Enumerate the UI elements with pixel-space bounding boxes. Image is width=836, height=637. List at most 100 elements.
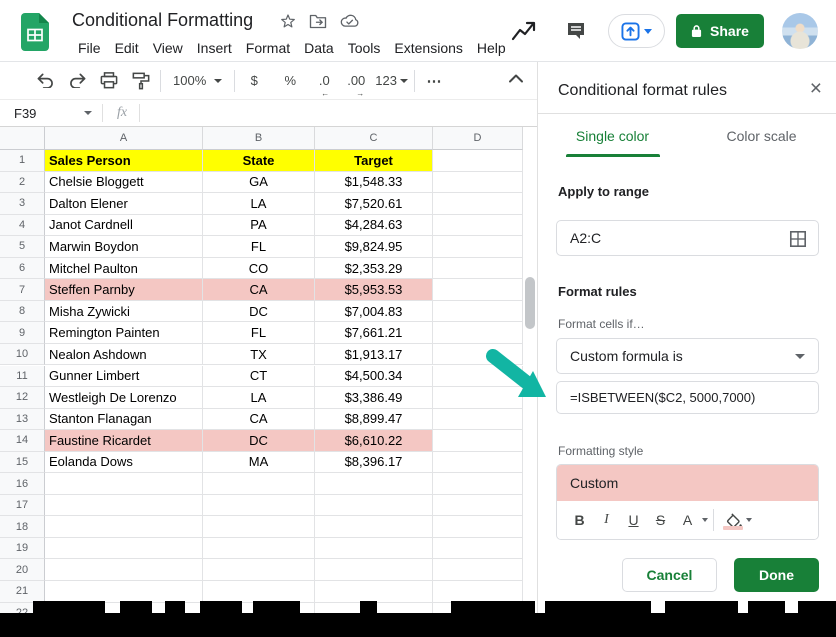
star-icon[interactable] xyxy=(280,13,296,34)
more-formats-button[interactable]: 123 xyxy=(375,68,408,94)
underline-button[interactable]: U xyxy=(620,507,647,533)
cell-C6[interactable]: $2,353.29 xyxy=(315,258,433,280)
tab-color-scale[interactable]: Color scale xyxy=(687,128,836,144)
cell-C2[interactable]: $1,548.33 xyxy=(315,172,433,194)
move-folder-icon[interactable] xyxy=(309,14,327,34)
menu-item-data[interactable]: Data xyxy=(297,38,341,58)
cell-B7[interactable]: CA xyxy=(203,279,315,301)
cell-D7[interactable] xyxy=(433,279,523,301)
row-header-12[interactable]: 12 xyxy=(0,387,45,409)
cell-B1[interactable]: State xyxy=(203,150,315,172)
cell-D6[interactable] xyxy=(433,258,523,280)
tab-single-color[interactable]: Single color xyxy=(538,128,687,144)
cell-A3[interactable]: Dalton Elener xyxy=(45,193,203,215)
cell-B6[interactable]: CO xyxy=(203,258,315,280)
menu-item-file[interactable]: File xyxy=(71,38,108,58)
cell-B18[interactable] xyxy=(203,516,315,538)
cell-C11[interactable]: $4,500.34 xyxy=(315,366,433,388)
cell-A17[interactable] xyxy=(45,495,203,517)
cell-C18[interactable] xyxy=(315,516,433,538)
avatar[interactable] xyxy=(782,13,818,49)
column-header-D[interactable]: D xyxy=(433,127,523,150)
condition-dropdown[interactable]: Custom formula is xyxy=(556,338,819,374)
cell-C14[interactable]: $6,610.22 xyxy=(315,430,433,452)
cell-D1[interactable] xyxy=(433,150,523,172)
row-header-9[interactable]: 9 xyxy=(0,322,45,344)
cell-D19[interactable] xyxy=(433,538,523,560)
row-header-11[interactable]: 11 xyxy=(0,366,45,388)
cell-D16[interactable] xyxy=(433,473,523,495)
row-header-4[interactable]: 4 xyxy=(0,215,45,237)
menu-item-tools[interactable]: Tools xyxy=(341,38,388,58)
cell-B10[interactable]: TX xyxy=(203,344,315,366)
cell-D11[interactable] xyxy=(433,366,523,388)
menu-item-extensions[interactable]: Extensions xyxy=(387,38,469,58)
format-currency-button[interactable]: $ xyxy=(241,68,267,94)
share-button[interactable]: Share xyxy=(676,14,764,48)
present-dropdown-caret-icon[interactable] xyxy=(644,29,652,34)
cell-C12[interactable]: $3,386.49 xyxy=(315,387,433,409)
cell-D20[interactable] xyxy=(433,559,523,581)
cell-A16[interactable] xyxy=(45,473,203,495)
row-header-17[interactable]: 17 xyxy=(0,495,45,517)
cell-D21[interactable] xyxy=(433,581,523,603)
cell-D5[interactable] xyxy=(433,236,523,258)
vertical-scrollbar-thumb[interactable] xyxy=(525,277,535,329)
done-button[interactable]: Done xyxy=(734,558,819,592)
cell-B15[interactable]: MA xyxy=(203,452,315,474)
row-header-15[interactable]: 15 xyxy=(0,452,45,474)
column-header-C[interactable]: C xyxy=(315,127,433,150)
cell-B20[interactable] xyxy=(203,559,315,581)
cell-B12[interactable]: LA xyxy=(203,387,315,409)
cell-C17[interactable] xyxy=(315,495,433,517)
name-box[interactable]: F39 xyxy=(0,106,84,121)
cell-C15[interactable]: $8,396.17 xyxy=(315,452,433,474)
cell-D10[interactable] xyxy=(433,344,523,366)
text-color-caret-icon[interactable] xyxy=(702,518,708,522)
bold-button[interactable]: B xyxy=(566,507,593,533)
cell-D15[interactable] xyxy=(433,452,523,474)
undo-button[interactable] xyxy=(32,68,58,94)
row-header-18[interactable]: 18 xyxy=(0,516,45,538)
column-header-A[interactable]: A xyxy=(45,127,203,150)
menu-item-format[interactable]: Format xyxy=(239,38,297,58)
cell-C4[interactable]: $4,284.63 xyxy=(315,215,433,237)
cell-B8[interactable]: DC xyxy=(203,301,315,323)
cell-A11[interactable]: Gunner Limbert xyxy=(45,366,203,388)
menu-item-insert[interactable]: Insert xyxy=(190,38,239,58)
row-header-13[interactable]: 13 xyxy=(0,409,45,431)
cell-B2[interactable]: GA xyxy=(203,172,315,194)
row-header-20[interactable]: 20 xyxy=(0,559,45,581)
format-percent-button[interactable]: % xyxy=(277,68,303,94)
cell-B11[interactable]: CT xyxy=(203,366,315,388)
cell-A1[interactable]: Sales Person xyxy=(45,150,203,172)
sheets-logo-icon[interactable] xyxy=(21,13,49,56)
cell-A18[interactable] xyxy=(45,516,203,538)
cell-A15[interactable]: Eolanda Dows xyxy=(45,452,203,474)
cell-A6[interactable]: Mitchel Paulton xyxy=(45,258,203,280)
cell-A9[interactable]: Remington Painten xyxy=(45,322,203,344)
menu-item-view[interactable]: View xyxy=(146,38,190,58)
increase-decimal-button[interactable]: .00 → xyxy=(343,68,369,94)
fill-color-button[interactable] xyxy=(721,507,745,533)
cell-D3[interactable] xyxy=(433,193,523,215)
range-input[interactable]: A2:C xyxy=(556,220,819,256)
row-header-7[interactable]: 7 xyxy=(0,279,45,301)
row-header-21[interactable]: 21 xyxy=(0,581,45,603)
cell-B4[interactable]: PA xyxy=(203,215,315,237)
italic-button[interactable]: I xyxy=(593,507,620,533)
row-header-16[interactable]: 16 xyxy=(0,473,45,495)
select-all-corner[interactable] xyxy=(0,127,45,150)
cell-C19[interactable] xyxy=(315,538,433,560)
cell-A20[interactable] xyxy=(45,559,203,581)
row-header-8[interactable]: 8 xyxy=(0,301,45,323)
cell-C20[interactable] xyxy=(315,559,433,581)
cell-D9[interactable] xyxy=(433,322,523,344)
cloud-saved-icon[interactable] xyxy=(340,14,359,33)
cell-B17[interactable] xyxy=(203,495,315,517)
strikethrough-button[interactable]: S xyxy=(647,507,674,533)
print-button[interactable] xyxy=(96,68,122,94)
row-header-10[interactable]: 10 xyxy=(0,344,45,366)
cell-B14[interactable]: DC xyxy=(203,430,315,452)
close-icon[interactable]: × xyxy=(810,78,822,99)
